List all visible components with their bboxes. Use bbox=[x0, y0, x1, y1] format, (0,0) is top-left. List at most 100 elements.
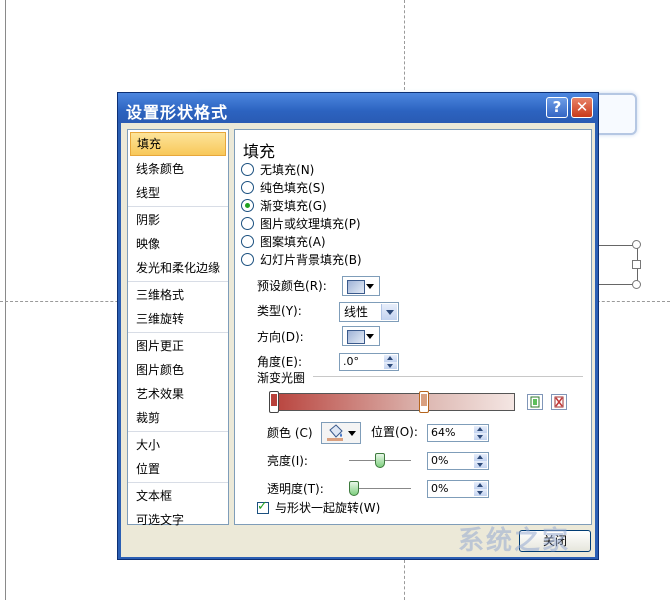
spin-down-icon[interactable] bbox=[474, 433, 487, 440]
rotate-with-shape-label: 与形状一起旋转(W) bbox=[275, 501, 381, 515]
nav-item[interactable]: 图片颜色 bbox=[128, 358, 228, 382]
dialog-title: 设置形状格式 bbox=[126, 103, 229, 122]
nav-group: 大小 位置 bbox=[128, 432, 228, 483]
fill-option-key: (S) bbox=[308, 181, 325, 195]
spin-down-icon[interactable] bbox=[474, 461, 487, 468]
nav-item[interactable]: 阴影 bbox=[128, 208, 228, 232]
radio-icon[interactable] bbox=[241, 163, 254, 176]
angle-value: .0° bbox=[343, 355, 359, 368]
transparency-value: 0% bbox=[431, 482, 449, 495]
help-button[interactable]: ? bbox=[546, 97, 568, 118]
fill-option-label: 渐变填充 bbox=[260, 199, 309, 213]
nav-group: 图片更正 图片颜色 艺术效果 裁剪 bbox=[128, 333, 228, 432]
radio-icon[interactable] bbox=[241, 199, 254, 212]
section-divider bbox=[313, 376, 583, 377]
preset-colors-button[interactable] bbox=[342, 276, 380, 296]
check-icon: ✓ bbox=[257, 499, 268, 514]
nav-group: 阴影 映像 发光和柔化边缘 bbox=[128, 207, 228, 282]
fill-option-radio[interactable]: 渐变填充(G) bbox=[241, 197, 327, 215]
brightness-slider-thumb[interactable] bbox=[375, 453, 385, 468]
fill-option-label: 纯色填充 bbox=[260, 181, 309, 195]
category-list: 填充 线条颜色 线型 阴影 映像 发光和柔化边缘 三维格式 三维旋转 图片更正 图片颜色 艺术效果裁… bbox=[127, 129, 229, 527]
nav-item[interactable]: 线条颜色 bbox=[128, 157, 228, 181]
dialog-client: 填充 线条颜色 线型 阴影 映像 发光和柔化边缘 三维格式 三维旋转 图片更正 图片颜色 艺术效果裁… bbox=[121, 123, 595, 557]
paint-bucket-icon bbox=[327, 424, 343, 441]
fill-option-key: (P) bbox=[344, 217, 361, 231]
radio-icon[interactable] bbox=[241, 235, 254, 248]
chevron-down-icon bbox=[366, 284, 374, 289]
panel-title: 填充 bbox=[243, 142, 276, 161]
resize-handle-top-right[interactable] bbox=[632, 240, 641, 249]
brightness-spinner[interactable]: 0% bbox=[427, 452, 489, 470]
fill-option-label: 图案填充 bbox=[260, 235, 309, 249]
type-label: 类型(Y): bbox=[257, 304, 302, 318]
preset-label: 预设颜色(R): bbox=[257, 279, 327, 293]
fill-option-key: (A) bbox=[308, 235, 326, 249]
transparency-spinner[interactable]: 0% bbox=[427, 480, 489, 498]
add-stop-icon bbox=[530, 396, 540, 408]
spin-down-icon[interactable] bbox=[474, 489, 487, 496]
transparency-slider-thumb[interactable] bbox=[349, 481, 359, 496]
nav-item[interactable]: 图片更正 bbox=[128, 334, 228, 358]
nav-item[interactable]: 可选文字 bbox=[128, 508, 228, 532]
fill-option-key: (B) bbox=[344, 253, 362, 267]
nav-item[interactable]: 艺术效果 bbox=[128, 382, 228, 406]
fill-option-label: 幻灯片背景填充 bbox=[260, 253, 345, 267]
add-stop-button[interactable] bbox=[527, 394, 543, 410]
position-value: 64% bbox=[431, 426, 456, 439]
fill-option-label: 图片或纹理填充 bbox=[260, 217, 345, 231]
fill-option-radio[interactable]: 图片或纹理填充(P) bbox=[241, 215, 361, 233]
resize-handle-right[interactable] bbox=[632, 260, 641, 269]
fill-panel: 填充 无填充(N) 纯色填充(S) 渐变填充(G) 图片或纹理填充(P) 图案填充(A)… bbox=[234, 129, 592, 525]
fill-option-radio[interactable]: 纯色填充(S) bbox=[241, 179, 325, 197]
remove-stop-button[interactable] bbox=[551, 394, 567, 410]
gradient-stop-marker[interactable] bbox=[269, 391, 279, 413]
direction-label: 方向(D): bbox=[257, 330, 304, 344]
spin-up-icon[interactable] bbox=[384, 355, 397, 362]
resize-handle-bottom-right[interactable] bbox=[632, 280, 641, 289]
angle-spinner[interactable]: .0° bbox=[339, 353, 399, 371]
spin-down-icon[interactable] bbox=[384, 362, 397, 369]
color-label: 颜色 (C) bbox=[267, 426, 313, 440]
rotate-with-shape-checkbox[interactable]: ✓ bbox=[257, 499, 269, 514]
help-icon: ? bbox=[552, 98, 562, 116]
gradient-stops-label: 渐变光圈 bbox=[257, 371, 306, 385]
title-close-button[interactable]: ✕ bbox=[571, 97, 593, 118]
fill-option-radio[interactable]: 幻灯片背景填充(B) bbox=[241, 251, 362, 269]
direction-button[interactable] bbox=[342, 326, 380, 346]
radio-icon[interactable] bbox=[241, 253, 254, 266]
preset-swatch bbox=[347, 280, 365, 294]
spin-up-icon[interactable] bbox=[474, 482, 487, 489]
radio-icon[interactable] bbox=[241, 181, 254, 194]
radio-icon[interactable] bbox=[241, 217, 254, 230]
nav-item[interactable]: 三维旋转 bbox=[128, 307, 228, 331]
nav-item[interactable]: 线型 bbox=[128, 181, 228, 205]
type-select[interactable]: 线性 bbox=[339, 302, 399, 322]
chevron-down-icon bbox=[366, 334, 374, 339]
vertical-guide-top bbox=[404, 0, 405, 90]
gradient-stop-color bbox=[421, 394, 427, 406]
nav-item[interactable]: 裁剪 bbox=[128, 406, 228, 430]
nav-item[interactable]: 映像 bbox=[128, 232, 228, 256]
nav-item[interactable]: 发光和柔化边缘 bbox=[128, 256, 228, 280]
spin-up-icon[interactable] bbox=[474, 426, 487, 433]
brightness-label: 亮度(I): bbox=[267, 454, 308, 468]
nav-group: 填充 线条颜色 线型 bbox=[128, 130, 228, 207]
dialog-titlebar[interactable]: 设置形状格式 ? ✕ bbox=[118, 93, 598, 123]
nav-item[interactable]: 大小 bbox=[128, 433, 228, 457]
stop-color-button[interactable] bbox=[321, 422, 361, 444]
fill-option-key: (N) bbox=[296, 163, 315, 177]
nav-item[interactable]: 位置 bbox=[128, 457, 228, 481]
fill-option-radio[interactable]: 无填充(N) bbox=[241, 161, 314, 179]
gradient-stop-marker[interactable] bbox=[419, 391, 429, 413]
nav-item[interactable]: 三维格式 bbox=[128, 283, 228, 307]
spin-up-icon[interactable] bbox=[474, 454, 487, 461]
format-shape-dialog: 设置形状格式 ? ✕ 填充 线条颜色 线型 阴影 映像 发光和柔化边缘 三维格式 三维旋转 图片… bbox=[117, 92, 599, 560]
site-watermark: 系统之家 bbox=[458, 526, 571, 556]
position-spinner[interactable]: 64% bbox=[427, 424, 489, 442]
gradient-stops-bar[interactable] bbox=[269, 391, 515, 413]
fill-option-radio[interactable]: 图案填充(A) bbox=[241, 233, 326, 251]
nav-item[interactable]: 填充 bbox=[130, 132, 226, 156]
type-value: 线性 bbox=[344, 305, 369, 319]
nav-item[interactable]: 文本框 bbox=[128, 484, 228, 508]
